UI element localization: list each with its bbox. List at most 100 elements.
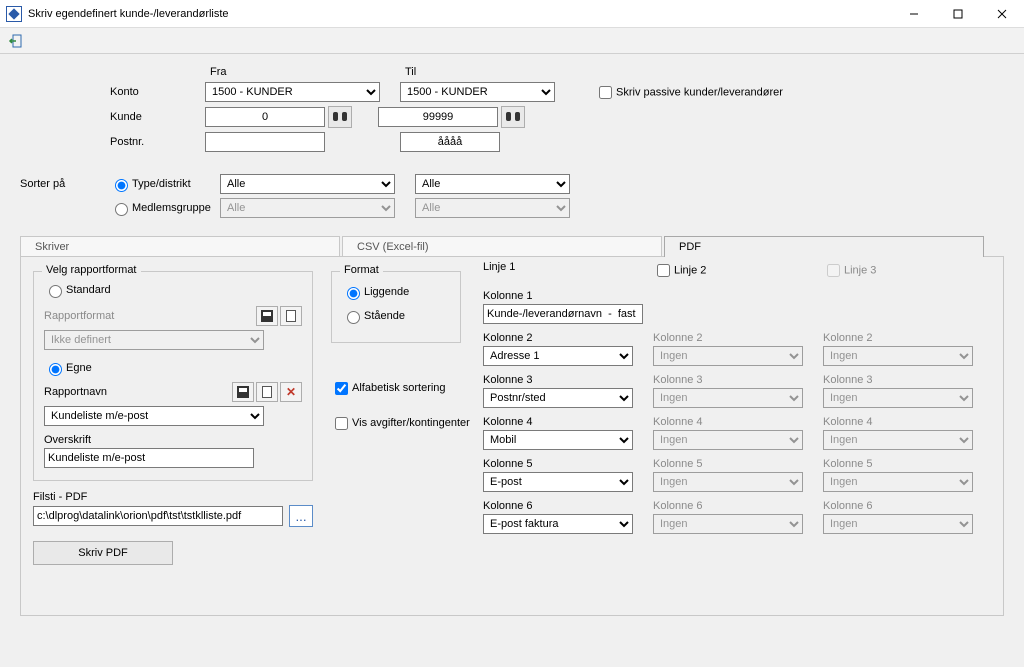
tab-strip: Skriver CSV (Excel-fil) PDF bbox=[20, 232, 1004, 256]
exit-icon[interactable] bbox=[6, 31, 26, 51]
l1-kolonne3-label: Kolonne 3 bbox=[483, 374, 643, 386]
type-til-select[interactable]: Alle bbox=[415, 174, 570, 194]
l2-kolonne5-select: Ingen bbox=[653, 472, 803, 492]
check-alfabetisk[interactable]: Alfabetisk sortering bbox=[331, 382, 446, 394]
maximize-button[interactable] bbox=[936, 0, 980, 28]
rapportformat-select: Ikke definert bbox=[44, 330, 264, 350]
filsti-browse-button[interactable]: ... bbox=[289, 505, 313, 527]
radio-liggende[interactable]: Liggende bbox=[342, 286, 409, 298]
l2-kolonne2-label: Kolonne 2 bbox=[653, 332, 813, 344]
l3-kolonne5-select: Ingen bbox=[823, 472, 973, 492]
l2-kolonne4-label: Kolonne 4 bbox=[653, 416, 813, 428]
l1-kolonne5-select[interactable]: E-post bbox=[483, 472, 633, 492]
l3-kolonne2-label: Kolonne 2 bbox=[823, 332, 983, 344]
page-icon bbox=[262, 386, 272, 398]
postnr-fra-input[interactable] bbox=[205, 132, 325, 152]
kunde-fra-lookup-button[interactable] bbox=[328, 106, 352, 128]
label-rapportformat: Rapportformat bbox=[44, 310, 254, 322]
l1-kolonne6-select[interactable]: E-post faktura bbox=[483, 514, 633, 534]
minimize-button[interactable] bbox=[892, 0, 936, 28]
radio-egne[interactable]: Egne bbox=[44, 362, 92, 374]
radio-standard[interactable]: Standard bbox=[44, 284, 111, 296]
kolonne1-input bbox=[483, 304, 643, 324]
binoculars-icon bbox=[506, 112, 520, 122]
delete-icon: ✕ bbox=[286, 385, 296, 399]
tab-body-pdf: Velg rapportformat Standard Rapportforma… bbox=[20, 256, 1004, 616]
label-overskrift: Overskrift bbox=[44, 434, 302, 446]
konto-til-select[interactable]: 1500 - KUNDER bbox=[400, 82, 555, 102]
label-linje1: Linje 1 bbox=[483, 261, 643, 280]
l1-kolonne3-select[interactable]: Postnr/sted bbox=[483, 388, 633, 408]
label-kolonne1: Kolonne 1 bbox=[483, 290, 993, 302]
radio-medlemsgruppe[interactable]: Medlemsgruppe bbox=[110, 200, 220, 216]
label-filsti-pdf: Filsti - PDF bbox=[33, 491, 313, 503]
l2-kolonne6-select: Ingen bbox=[653, 514, 803, 534]
l3-kolonne4-label: Kolonne 4 bbox=[823, 416, 983, 428]
radio-type-distrikt[interactable]: Type/distrikt bbox=[110, 176, 220, 192]
page-icon bbox=[286, 310, 296, 322]
tab-skriver[interactable]: Skriver bbox=[20, 236, 340, 257]
l3-kolonne5-label: Kolonne 5 bbox=[823, 458, 983, 470]
postnr-til-input[interactable] bbox=[400, 132, 500, 152]
l3-kolonne6-label: Kolonne 6 bbox=[823, 500, 983, 512]
kunde-til-lookup-button[interactable] bbox=[501, 106, 525, 128]
label-sorter-pa: Sorter på bbox=[20, 178, 100, 190]
filsti-input[interactable] bbox=[33, 506, 283, 526]
l3-kolonne3-select: Ingen bbox=[823, 388, 973, 408]
save-icon bbox=[261, 310, 273, 322]
skriv-passive-check[interactable]: Skriv passive kunder/leverandører bbox=[595, 83, 783, 102]
l1-kolonne4-select[interactable]: Mobil bbox=[483, 430, 633, 450]
check-linje2[interactable]: Linje 2 bbox=[653, 261, 813, 280]
rapportnavn-new-button[interactable] bbox=[256, 382, 278, 402]
window-title: Skriv egendefinert kunde-/leverandørlist… bbox=[28, 8, 892, 20]
check-linje3: Linje 3 bbox=[823, 261, 983, 280]
l1-kolonne6-label: Kolonne 6 bbox=[483, 500, 643, 512]
group-velg-rapportformat: Velg rapportformat Standard Rapportforma… bbox=[33, 271, 313, 481]
rapportnavn-delete-button[interactable]: ✕ bbox=[280, 382, 302, 402]
label-kunde: Kunde bbox=[110, 111, 205, 123]
label-postnr: Postnr. bbox=[110, 136, 205, 148]
header-til: Til bbox=[405, 66, 416, 78]
app-icon bbox=[6, 6, 22, 22]
tab-csv[interactable]: CSV (Excel-fil) bbox=[342, 236, 662, 257]
save-icon bbox=[237, 386, 249, 398]
radio-staende[interactable]: Stående bbox=[342, 310, 405, 322]
toolbar bbox=[0, 28, 1024, 54]
l3-kolonne6-select: Ingen bbox=[823, 514, 973, 534]
tab-pdf[interactable]: PDF bbox=[664, 236, 984, 257]
l2-kolonne3-select: Ingen bbox=[653, 388, 803, 408]
medlem-til-select: Alle bbox=[415, 198, 570, 218]
l2-kolonne5-label: Kolonne 5 bbox=[653, 458, 813, 470]
header-fra: Fra bbox=[210, 66, 227, 78]
title-bar: Skriv egendefinert kunde-/leverandørlist… bbox=[0, 0, 1024, 28]
binoculars-icon bbox=[333, 112, 347, 122]
l2-kolonne4-select: Ingen bbox=[653, 430, 803, 450]
rapportformat-save-button[interactable] bbox=[256, 306, 278, 326]
l1-kolonne2-label: Kolonne 2 bbox=[483, 332, 643, 344]
group-format: Format Liggende Stående bbox=[331, 271, 461, 343]
type-fra-select[interactable]: Alle bbox=[220, 174, 395, 194]
skriv-pdf-button[interactable]: Skriv PDF bbox=[33, 541, 173, 565]
l1-kolonne5-label: Kolonne 5 bbox=[483, 458, 643, 470]
l3-kolonne4-select: Ingen bbox=[823, 430, 973, 450]
kunde-fra-input[interactable] bbox=[205, 107, 325, 127]
close-button[interactable] bbox=[980, 0, 1024, 28]
l3-kolonne3-label: Kolonne 3 bbox=[823, 374, 983, 386]
l2-kolonne2-select: Ingen bbox=[653, 346, 803, 366]
l1-kolonne4-label: Kolonne 4 bbox=[483, 416, 643, 428]
rapportformat-new-button[interactable] bbox=[280, 306, 302, 326]
l2-kolonne3-label: Kolonne 3 bbox=[653, 374, 813, 386]
l2-kolonne6-label: Kolonne 6 bbox=[653, 500, 813, 512]
label-rapportnavn: Rapportnavn bbox=[44, 386, 230, 398]
kunde-til-input[interactable] bbox=[378, 107, 498, 127]
medlem-fra-select: Alle bbox=[220, 198, 395, 218]
konto-fra-select[interactable]: 1500 - KUNDER bbox=[205, 82, 380, 102]
check-vis-avgifter[interactable]: Vis avgifter/kontingenter bbox=[331, 417, 470, 429]
rapportnavn-save-button[interactable] bbox=[232, 382, 254, 402]
rapportnavn-select[interactable]: Kundeliste m/e-post bbox=[44, 406, 264, 426]
main-content: Fra Til Konto 1500 - KUNDER 1500 - KUNDE… bbox=[0, 54, 1024, 628]
l3-kolonne2-select: Ingen bbox=[823, 346, 973, 366]
label-konto: Konto bbox=[110, 86, 205, 98]
l1-kolonne2-select[interactable]: Adresse 1 bbox=[483, 346, 633, 366]
overskrift-input[interactable] bbox=[44, 448, 254, 468]
